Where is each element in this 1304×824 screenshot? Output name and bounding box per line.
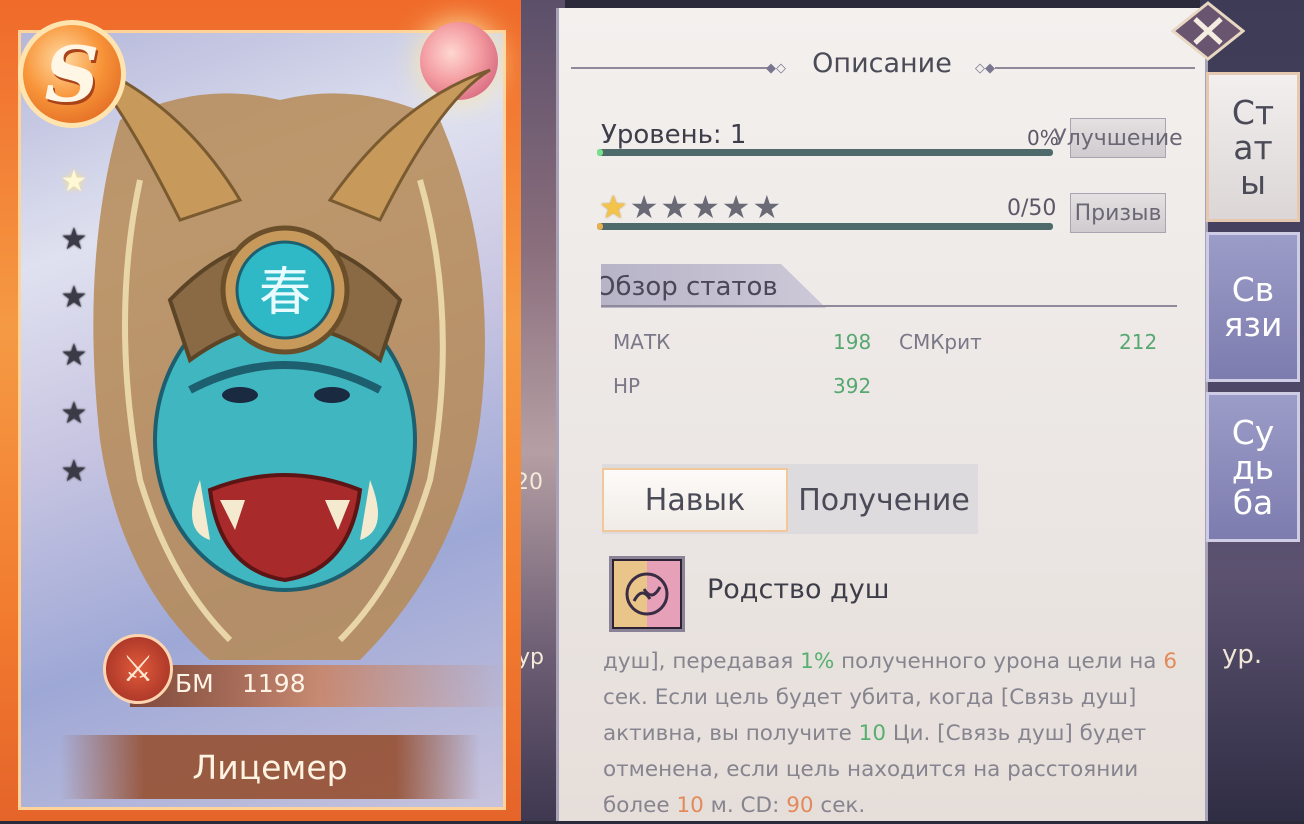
stats-overview-title: Обзор статов [595, 272, 778, 302]
skill-desc-value: 1% [800, 649, 835, 674]
stat-label-smkrit: СМКрит [899, 330, 982, 354]
card-star-column: ★ ★ ★ ★ ★ ★ [44, 155, 104, 503]
stats-overview-header: Обзор статов [601, 264, 826, 308]
star-icon: ★ [660, 188, 692, 226]
shards-count: 0/50 [1007, 196, 1057, 221]
soul-kinship-skill-icon[interactable] [609, 556, 685, 632]
battle-power-bar: БМ 1198 [130, 665, 510, 707]
star-icon: ★ [721, 188, 753, 226]
star-icon: ★ [691, 188, 722, 226]
background-fragment-text: ур. [1222, 640, 1263, 670]
hero-card[interactable]: 春 S ★ ★ ★ ★ ★ ★ БМ 1198 ⚔ Лицемер [0, 0, 521, 821]
background-fragment-text: ур [517, 645, 544, 670]
side-tab-fate-label: Су дь ба [1231, 412, 1275, 522]
rank-letter: S [44, 29, 100, 119]
close-x-icon [1171, 1, 1245, 61]
star-icon: ★ [752, 188, 784, 226]
summon-button[interactable]: Призыв [1070, 193, 1166, 233]
skill-desc-value: 10 [858, 721, 887, 746]
card-star-icon: ★ [60, 221, 88, 257]
shards-progress-fill [597, 223, 603, 230]
hero-name-bar: Лицемер [60, 735, 480, 799]
battle-power-label: БМ [175, 669, 214, 698]
star-icon: ★ [599, 188, 630, 226]
level-label: Уровень: 1 [601, 120, 747, 150]
side-tab-stats[interactable]: Ст ат ы [1206, 72, 1300, 222]
skill-desc-value: 90 [786, 793, 814, 818]
panel-title: Описание [812, 48, 952, 79]
skill-tabs: Навык Получение [602, 464, 978, 534]
rank-badge: S [18, 20, 126, 128]
star-icon: ★ [629, 188, 661, 226]
skill-description: душ], передавая 1% полученного урона цел… [603, 644, 1183, 824]
title-divider [995, 67, 1195, 69]
card-star-icon: ★ [60, 395, 88, 431]
level-progress-fill [597, 149, 603, 156]
side-tab-fate[interactable]: Су дь ба [1206, 392, 1300, 542]
title-ornament: ◇◆ [975, 61, 995, 76]
skill-name: Родство душ [707, 574, 890, 605]
description-panel: ◆◇ Описание ◇◆ Уровень: 1 0% Улучшение ★… [556, 8, 1208, 821]
upgrade-button[interactable]: Улучшение [1053, 118, 1183, 158]
close-button[interactable] [1168, 0, 1248, 62]
svg-text:春: 春 [259, 263, 311, 323]
skill-desc-text: душ], передавая [603, 649, 801, 674]
battle-power-value: 1198 [242, 669, 306, 698]
skill-desc-text: сек. [813, 793, 866, 818]
stat-label-matk: МАТК [613, 330, 671, 354]
card-star-icon: ★ [60, 453, 88, 489]
tab-obtain[interactable]: Получение [790, 468, 978, 532]
stat-value-smkrit: 212 [1119, 330, 1158, 354]
hero-name: Лицемер [192, 747, 348, 787]
stat-label-hp: HP [613, 374, 641, 398]
skill-desc-value: 10 [676, 793, 704, 818]
level-progress-bar [597, 149, 1053, 156]
crossed-swords-icon: ⚔ [103, 634, 173, 704]
skill-desc-text: полученного урона цели на [834, 649, 1164, 674]
hero-stars-row: ★★★★★★ [599, 188, 783, 226]
tab-skill[interactable]: Навык [602, 468, 788, 532]
side-tab-stats-label: Ст ат ы [1231, 92, 1275, 202]
skill-desc-value: 6 [1163, 649, 1177, 674]
side-tab-links[interactable]: Св язи [1206, 232, 1300, 382]
side-tab-links-label: Св язи [1223, 270, 1283, 344]
shards-progress-bar [597, 223, 1053, 230]
stats-overview-divider [601, 305, 1177, 307]
card-star-icon: ★ [60, 163, 88, 199]
card-star-icon: ★ [60, 337, 88, 373]
stat-value-hp: 392 [833, 374, 872, 398]
hero-portrait: 春 [60, 58, 500, 680]
skill-desc-text: м. CD: [703, 793, 787, 818]
card-star-icon: ★ [60, 279, 88, 315]
stat-value-matk: 198 [833, 330, 872, 354]
